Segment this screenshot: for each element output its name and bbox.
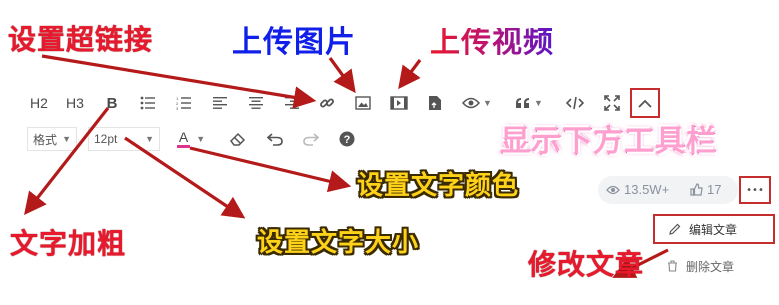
annotation-text-color: 设置文字颜色 xyxy=(357,171,520,201)
arrow-to-video xyxy=(398,59,422,90)
annotation-edit-article: 修改文章 xyxy=(528,248,645,281)
arrow-to-image xyxy=(328,57,356,94)
annotation-upload-image: 上传图片 xyxy=(232,25,356,60)
arrow-to-font-size xyxy=(124,136,246,219)
annotation-font-size: 设置文字大小 xyxy=(257,228,420,258)
arrow-to-link xyxy=(41,54,317,109)
arrow-to-font-color xyxy=(189,146,352,193)
arrow-to-bold xyxy=(24,107,110,216)
annotation-set-link: 设置超链接 xyxy=(8,23,154,56)
annotation-upload-video: 上传视频 xyxy=(430,25,554,60)
annotation-show-toolbar: 显示下方工具栏 xyxy=(500,124,717,159)
annotation-bold: 文字加粗 xyxy=(10,227,127,260)
